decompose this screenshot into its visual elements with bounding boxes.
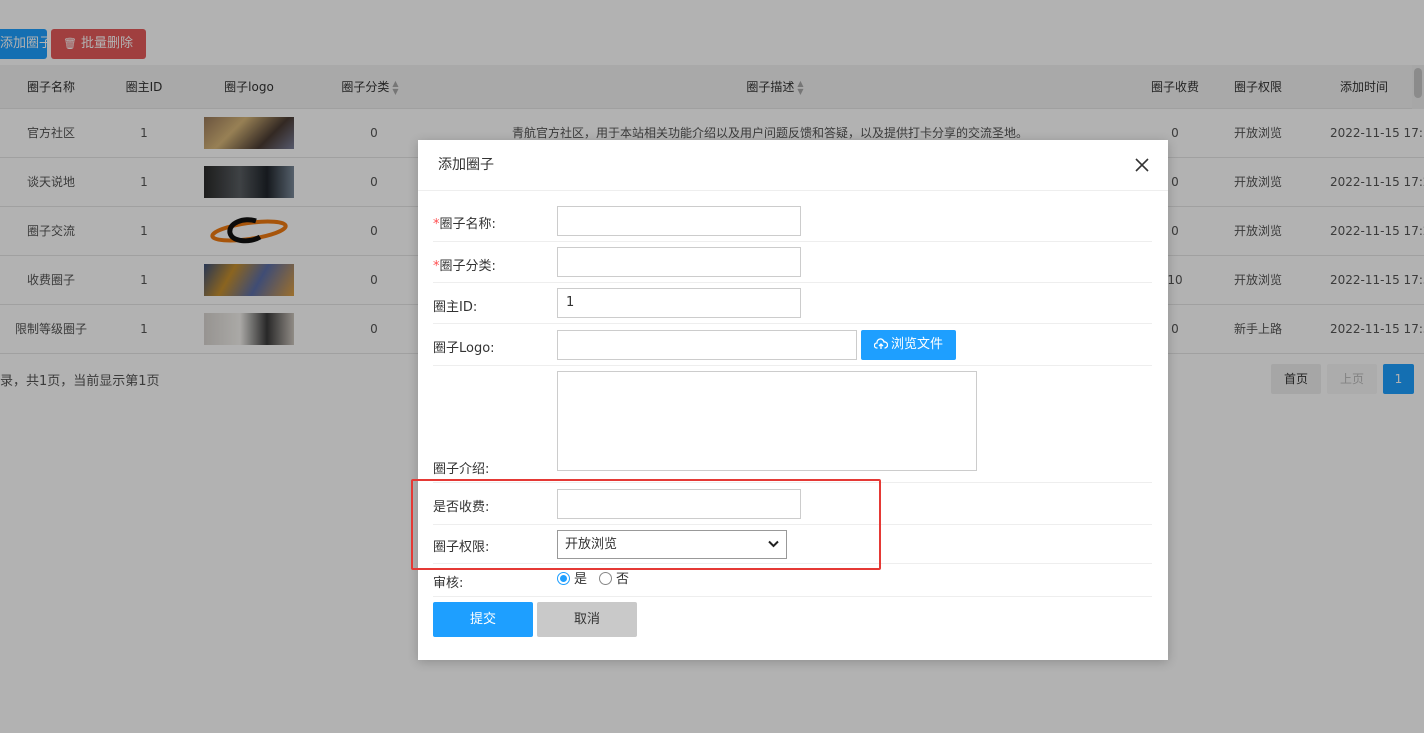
cloud-upload-icon bbox=[873, 338, 889, 349]
review-label: 审核: bbox=[433, 576, 464, 591]
form-row-permission: 圈子权限: 开放浏览 bbox=[433, 525, 1152, 564]
review-yes-option[interactable]: 是 bbox=[557, 572, 587, 587]
permission-select[interactable]: 开放浏览 bbox=[557, 530, 787, 559]
form-row-name: *圈子名称: bbox=[433, 200, 1152, 242]
permission-label: 圈子权限: bbox=[433, 540, 490, 555]
form-row-fee: 是否收费: bbox=[433, 483, 1152, 525]
fee-label: 是否收费: bbox=[433, 500, 490, 515]
owner-id-input[interactable]: 1 bbox=[557, 288, 801, 318]
owner-label: 圈主ID: bbox=[433, 300, 478, 315]
review-no-option[interactable]: 否 bbox=[599, 572, 629, 587]
review-no-label: 否 bbox=[616, 572, 630, 587]
form-row-category: *圈子分类: bbox=[433, 242, 1152, 283]
chevron-down-icon bbox=[768, 540, 779, 548]
add-circle-dialog: 添加圈子 *圈子名称: *圈子分类: 圈主ID: 1 圈子Logo: 浏览文件 … bbox=[418, 140, 1168, 660]
intro-label: 圈子介绍: bbox=[433, 462, 490, 477]
dialog-divider bbox=[418, 190, 1168, 191]
review-yes-label: 是 bbox=[574, 572, 588, 587]
radio-checked-icon[interactable] bbox=[557, 572, 570, 585]
browse-file-label: 浏览文件 bbox=[890, 337, 943, 352]
form-row-logo: 圈子Logo: 浏览文件 bbox=[433, 324, 1152, 366]
review-radio-group: 是否 bbox=[557, 564, 629, 596]
fee-input[interactable] bbox=[557, 489, 801, 519]
close-icon[interactable] bbox=[1130, 153, 1154, 177]
permission-selected-value: 开放浏览 bbox=[565, 537, 618, 552]
form-row-owner: 圈主ID: 1 bbox=[433, 283, 1152, 324]
cancel-button[interactable]: 取消 bbox=[537, 602, 637, 637]
form-row-intro: 圈子介绍: bbox=[433, 366, 1152, 483]
category-label: *圈子分类: bbox=[433, 255, 496, 274]
intro-textarea[interactable] bbox=[557, 371, 977, 471]
dialog-title: 添加圈子 bbox=[438, 157, 494, 173]
form-row-review: 审核: 是否 bbox=[433, 564, 1152, 597]
name-label: *圈子名称: bbox=[433, 213, 496, 232]
name-input[interactable] bbox=[557, 206, 801, 236]
name-label-text: 圈子名称: bbox=[439, 217, 496, 232]
logo-path-input[interactable] bbox=[557, 330, 857, 360]
logo-label: 圈子Logo: bbox=[433, 341, 495, 356]
submit-button[interactable]: 提交 bbox=[433, 602, 533, 637]
radio-unchecked-icon[interactable] bbox=[599, 572, 613, 585]
category-label-text: 圈子分类: bbox=[439, 259, 496, 274]
browse-file-button[interactable]: 浏览文件 bbox=[861, 330, 956, 360]
category-input[interactable] bbox=[557, 247, 801, 277]
